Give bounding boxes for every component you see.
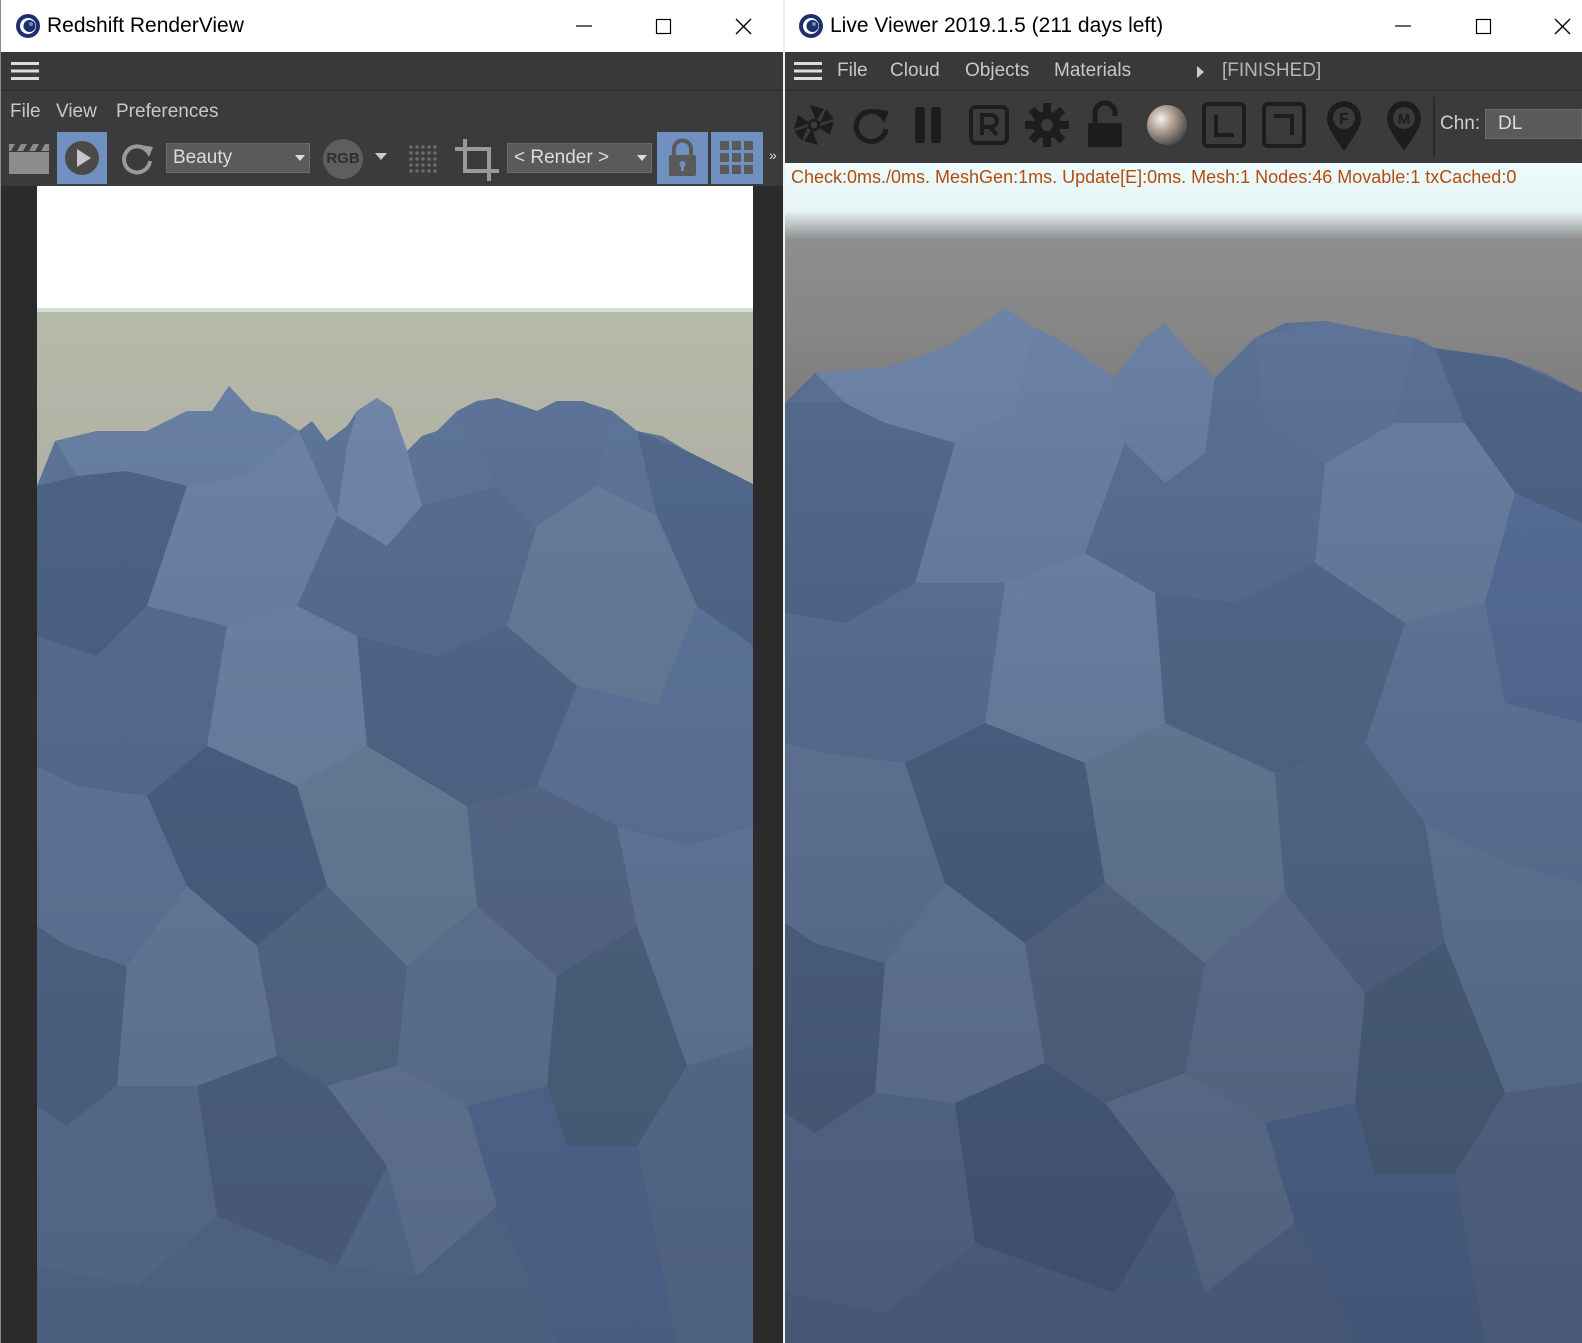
rgb-channel-button[interactable]: RGB (323, 139, 363, 179)
maximize-button[interactable] (643, 6, 683, 46)
toolbar-overflow[interactable]: » (769, 147, 777, 163)
crop-icon[interactable] (453, 137, 501, 183)
hamburger-menu-icon[interactable] (794, 60, 822, 82)
menu-cloud[interactable]: Cloud (890, 60, 940, 82)
aov-select[interactable]: Beauty (166, 143, 310, 173)
rgb-label: RGB (326, 150, 360, 167)
render-status-badge: [FINISHED] (1222, 60, 1322, 81)
live-viewport[interactable]: Check:0ms./0ms. MeshGen:1ms. Update[E]:0… (785, 163, 1582, 1343)
lock-toggle-button[interactable] (657, 132, 708, 184)
minimize-button[interactable] (563, 6, 603, 46)
menu-preferences[interactable]: Preferences (116, 101, 218, 123)
play-state-arrow-icon (1197, 66, 1204, 78)
chevron-down-icon (637, 155, 647, 161)
minimize-button[interactable] (1383, 6, 1423, 46)
menu-bar: File Cloud Objects Materials [FINISHED] (785, 52, 1582, 91)
pin-f-label: F (1339, 111, 1349, 128)
grid-icon (720, 141, 753, 174)
pin-icon[interactable]: F (1323, 99, 1365, 153)
chevron-down-icon (295, 155, 305, 161)
cinema4d-logo-icon (799, 14, 823, 38)
refresh-icon[interactable] (117, 139, 157, 179)
channel-select[interactable]: DL (1485, 109, 1582, 139)
dots-grid-icon[interactable] (403, 139, 443, 179)
render-toolbar: Beauty RGB < Render > » (1, 131, 783, 186)
hamburger-menu-icon[interactable] (11, 60, 39, 82)
frame-region-icon[interactable] (1201, 101, 1247, 149)
channel-select-value: DL (1498, 113, 1523, 134)
cinema4d-logo-icon (16, 14, 40, 38)
menu-file[interactable]: File (837, 60, 868, 82)
menu-objects[interactable]: Objects (965, 60, 1029, 82)
frame-region-alt-icon[interactable] (1261, 101, 1307, 149)
title-bar[interactable]: Live Viewer 2019.1.5 (211 days left) (785, 0, 1582, 52)
material-sphere-icon[interactable] (1145, 103, 1189, 147)
channel-label: Chn: (1440, 113, 1481, 134)
live-viewer-window: Live Viewer 2019.1.5 (211 days left) Fil… (785, 0, 1582, 1343)
grid-toggle-button[interactable] (711, 132, 763, 184)
pin-icon[interactable]: M (1383, 99, 1425, 153)
menu-file[interactable]: File (10, 101, 41, 123)
rgb-dropdown-icon[interactable] (375, 153, 387, 160)
unlock-icon[interactable] (1083, 99, 1127, 151)
menu-bar: File View Preferences (1, 91, 783, 131)
window-title: Live Viewer 2019.1.5 (211 days left) (830, 14, 1164, 37)
pin-m-label: M (1398, 111, 1411, 128)
menu-materials[interactable]: Materials (1054, 60, 1131, 82)
render-region-icon[interactable] (967, 103, 1011, 147)
aperture-icon[interactable] (791, 102, 837, 148)
live-render-image (785, 163, 1582, 1343)
restart-icon[interactable] (849, 103, 893, 147)
hamburger-bar (1, 52, 783, 91)
close-button[interactable] (1543, 6, 1582, 46)
viewer-toolbar: F M Chn: DL (785, 91, 1582, 163)
start-render-button[interactable] (57, 132, 107, 184)
clapper-icon[interactable] (7, 140, 51, 176)
render-stats-text: Check:0ms./0ms. MeshGen:1ms. Update[E]:0… (791, 167, 1517, 187)
menu-view[interactable]: View (56, 101, 97, 123)
maximize-button[interactable] (1463, 6, 1503, 46)
toolbar-separator (1433, 97, 1435, 157)
play-icon (65, 141, 99, 175)
gear-icon[interactable] (1023, 101, 1071, 149)
pause-icon[interactable] (909, 103, 949, 147)
render-viewport[interactable] (1, 186, 783, 1343)
camera-select-value: < Render > (514, 147, 610, 168)
lock-icon (669, 138, 696, 176)
aov-select-value: Beauty (173, 147, 233, 168)
title-bar[interactable]: Redshift RenderView (1, 0, 783, 52)
redshift-renderview-window: Redshift RenderView File View Preference… (0, 0, 783, 1343)
render-image (37, 186, 753, 1343)
window-title: Redshift RenderView (47, 14, 244, 37)
close-button[interactable] (723, 6, 763, 46)
camera-select[interactable]: < Render > (507, 143, 652, 173)
